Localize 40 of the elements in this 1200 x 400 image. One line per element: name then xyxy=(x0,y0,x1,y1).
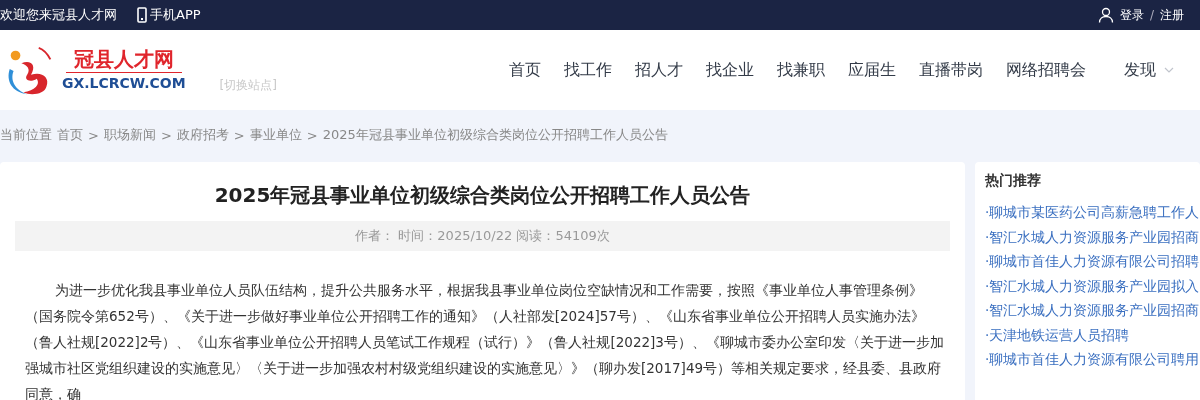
nav-link[interactable]: 招人才 xyxy=(635,59,683,81)
breadcrumb-link[interactable]: 职场新闻 xyxy=(103,126,156,144)
breadcrumb-link[interactable]: 2025年冠县事业单位初级综合类岗位公开招聘工作人员公告 xyxy=(322,126,668,144)
login-link[interactable]: 登录 xyxy=(1119,6,1144,24)
nav-link[interactable]: 找工作 xyxy=(564,59,612,81)
nav-link[interactable]: 找兼职 xyxy=(777,59,825,81)
breadcrumb-separator: > xyxy=(160,127,172,143)
recommended-link[interactable]: ·聊城市首佳人力资源有限公司聘用 xyxy=(985,347,1200,372)
chevron-down-icon xyxy=(1164,67,1174,73)
nav-link[interactable]: 发现 xyxy=(1124,59,1156,81)
breadcrumb-separator: > xyxy=(233,127,245,143)
sidebar-title: 热门推荐 xyxy=(985,172,1042,190)
nav-link[interactable]: 直播带岗 xyxy=(919,59,983,81)
breadcrumb-link[interactable]: 首页 xyxy=(57,126,83,144)
breadcrumb-link[interactable]: 事业单位 xyxy=(249,126,302,144)
phone-icon xyxy=(137,7,147,23)
recommended-link[interactable]: ·智汇水城人力资源服务产业园拟入 xyxy=(985,273,1200,298)
nav-link[interactable]: 首页 xyxy=(509,59,541,81)
recommended-link[interactable]: ·天津地铁运营人员招聘 xyxy=(985,322,1200,347)
user-icon xyxy=(1097,7,1114,23)
recommended-link[interactable]: ·聊城市首佳人力资源有限公司招聘 xyxy=(985,249,1200,274)
breadcrumb-separator: > xyxy=(306,127,318,143)
recommended-link[interactable]: ·聊城市某医药公司高薪急聘工作人 xyxy=(985,200,1200,225)
article-paragraph: 为进一步优化我县事业单位人员队伍结构，提升公共服务水平，根据我县事业单位岗位空缺情况和工作需要，按照《事业单位人事管理条例》（国务院令第652号）、《关于进一步做好事业单位公开招聘工作的通知》（人社部发[2024]57号）、《山东省事业单位公开招聘人员实施办法》（鲁人社规[2022]2号）、《山东省事业单位公开招聘人员笔试工作规程（试行）》（鲁人社规[2022]3号）、《聊城市委办公室印发〈关于进一步加强城市社区党组织建设的实施意见〉〈关于进一步加强农村村级党组织建设的实施意见〉》（聊办发[2017]49号）等相关规定要求，经县委、县政府同意，确 xyxy=(25,281,945,400)
nav-link[interactable]: 应届生 xyxy=(848,59,896,81)
recommended-link[interactable]: ·智汇水城人力资源服务产业园招商 xyxy=(985,298,1200,323)
welcome-text: 欢迎您来冠县人才网 xyxy=(0,6,117,24)
logo-domain: GX.LCRCW.COM xyxy=(62,74,186,93)
app-link[interactable]: 手机APP xyxy=(150,6,201,24)
article-title: 2025年冠县事业单位初级综合类岗位公开招聘工作人员公告 xyxy=(213,182,752,209)
breadcrumb-separator: > xyxy=(88,127,99,143)
recommended-link[interactable]: ·智汇水城人力资源服务产业园招商 xyxy=(985,224,1200,249)
article-meta: 作者： 时间：2025/10/22 阅读：54109次 xyxy=(15,221,950,251)
breadcrumb-link[interactable]: 政府招考 xyxy=(176,126,229,144)
breadcrumb-label: 当前位置 xyxy=(0,126,52,144)
separator-text: / xyxy=(1149,8,1154,22)
logo-name: 冠县人才网 xyxy=(65,47,182,73)
register-link[interactable]: 注册 xyxy=(1160,6,1184,24)
nav-link[interactable]: 找企业 xyxy=(706,59,754,81)
nav-link[interactable]: 网络招聘会 xyxy=(1006,59,1086,81)
